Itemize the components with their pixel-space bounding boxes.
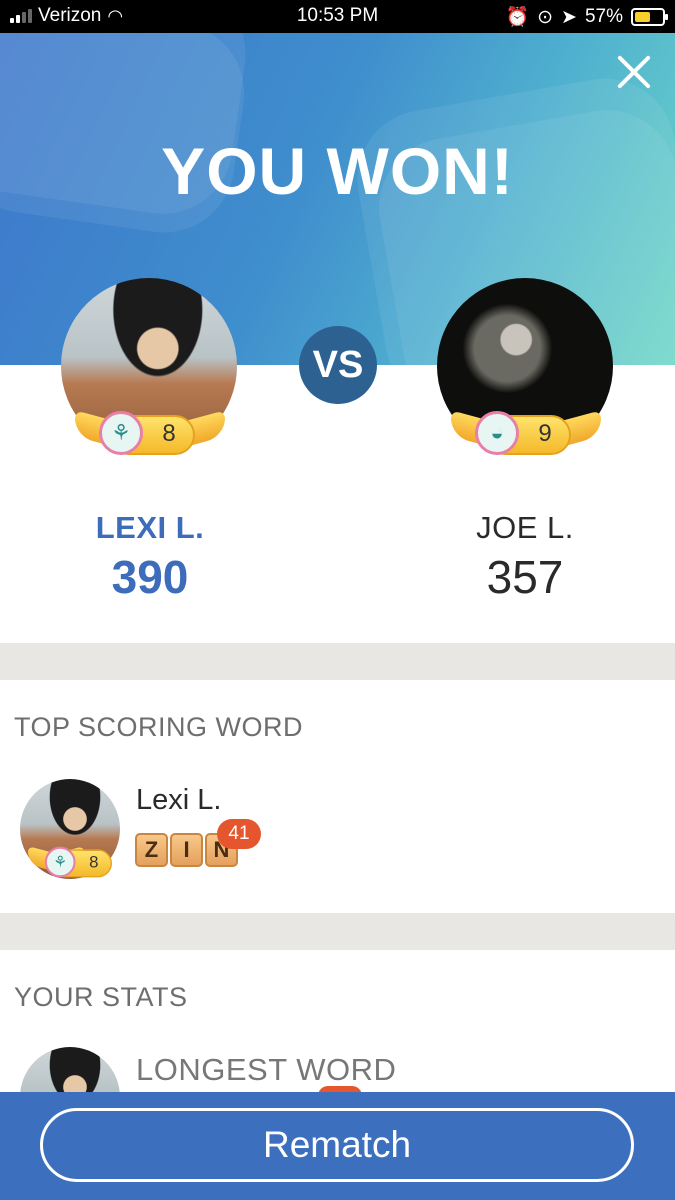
igloo-icon: ◒ [475, 411, 519, 455]
stat-label: LONGEST WORD [136, 1052, 397, 1087]
player-1-score: 390 [111, 551, 189, 603]
rematch-button[interactable]: Rematch [40, 1108, 634, 1182]
top-scoring-word-title: TOP SCORING WORD [14, 712, 304, 742]
location-icon: ➤ [561, 6, 577, 28]
battery-percent: 57% [584, 6, 623, 27]
palm-tree-icon: ⚘ [44, 846, 76, 878]
battery-icon [631, 8, 668, 26]
player-2-name: JOE L. [476, 510, 574, 545]
your-stats-title: YOUR STATS [14, 982, 188, 1012]
rotation-lock-icon: ⊙ [537, 6, 554, 28]
palm-tree-icon: ⚘ [99, 411, 143, 455]
top-word-player-name: Lexi L. [136, 784, 222, 816]
player-2-score: 357 [486, 551, 564, 603]
letter-tile: I [170, 833, 203, 867]
word-points-badge: 41 [217, 819, 261, 849]
status-right: ⏰ ⊙ ➤ 57% [505, 5, 668, 29]
close-icon[interactable] [615, 53, 653, 91]
player-2-level-badge: ◒ 9 [451, 410, 601, 457]
alarm-icon: ⏰ [505, 7, 530, 28]
versus-badge: VS [299, 326, 377, 404]
player-1-level-badge: ⚘ 8 [75, 410, 225, 457]
player-1-name: LEXI L. [95, 510, 205, 545]
top-word-level-badge: ⚘ 8 [28, 846, 112, 879]
letter-tile: Z [135, 833, 168, 867]
status-bar: Verizon ◠ 10:53 PM ⏰ ⊙ ➤ 57% [0, 0, 675, 33]
result-title: YOU WON! [161, 134, 514, 208]
